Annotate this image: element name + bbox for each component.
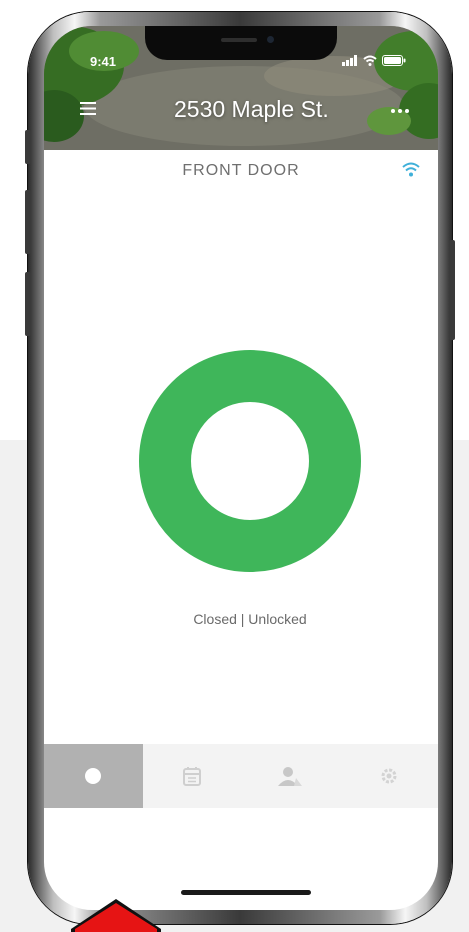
- lock-status-text: Closed | Unlocked: [193, 611, 307, 627]
- home-indicator: [181, 890, 311, 895]
- phone-screen: 9:41 2530 Maple St. FRONT DOOR Closed | …: [44, 26, 438, 910]
- wifi-icon: [363, 55, 377, 66]
- volume-down-button: [25, 272, 31, 336]
- battery-icon: [382, 54, 406, 66]
- more-dots-icon[interactable]: [390, 108, 410, 114]
- speaker-grille: [221, 38, 257, 42]
- gear-icon: [381, 768, 397, 784]
- status-icons: [342, 54, 406, 66]
- app-header: 9:41 2530 Maple St.: [44, 26, 438, 150]
- tab-history[interactable]: [143, 744, 242, 808]
- status-time: 9:41: [90, 54, 117, 69]
- person-icon: [278, 767, 303, 786]
- highlight-arrow-icon: [71, 899, 161, 932]
- address-title: 2530 Maple St.: [174, 96, 329, 122]
- signal-icon: [342, 54, 357, 66]
- silent-switch: [25, 130, 31, 164]
- tab-settings[interactable]: [340, 744, 439, 808]
- notch: [145, 26, 337, 60]
- door-name: FRONT DOOR: [182, 162, 300, 179]
- lock-status-ring[interactable]: [139, 350, 361, 572]
- hamburger-menu-icon[interactable]: [80, 102, 96, 115]
- tab-home[interactable]: [44, 744, 143, 808]
- power-button: [449, 240, 455, 340]
- front-camera: [267, 36, 274, 43]
- volume-up-button: [25, 190, 31, 254]
- tab-users[interactable]: [241, 744, 340, 808]
- tab-bar: [44, 744, 438, 808]
- calendar-icon: [182, 767, 201, 786]
- wifi-connection-icon: [402, 162, 420, 177]
- circle-icon: [85, 768, 102, 784]
